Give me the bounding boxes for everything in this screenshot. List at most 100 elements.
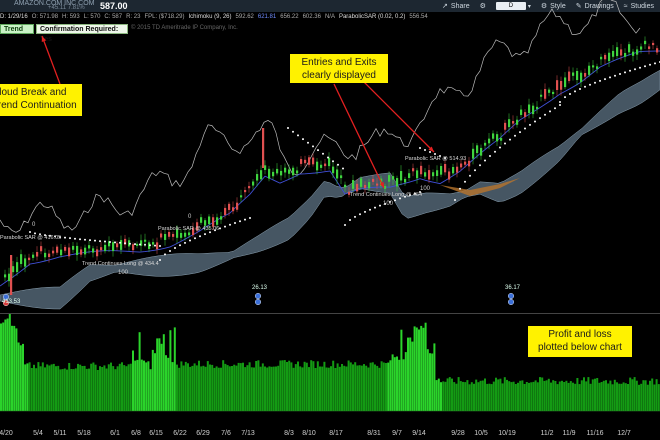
date-tick-label: 8/31 <box>367 430 381 437</box>
pl-bar <box>90 363 93 411</box>
pl-bar <box>4 319 7 411</box>
candle-body <box>452 167 455 174</box>
candle-body <box>372 178 375 182</box>
candle-body <box>364 184 367 188</box>
pl-bar <box>224 363 227 411</box>
sar-dot <box>332 160 334 163</box>
pl-bar <box>534 380 537 411</box>
pl-bar <box>70 369 73 411</box>
candle-body <box>540 94 543 97</box>
pl-bar <box>409 337 412 411</box>
candle-body <box>408 173 411 178</box>
sar-dot <box>639 66 641 69</box>
pl-bar <box>413 326 416 411</box>
sar-dot <box>529 123 531 126</box>
pl-bar <box>363 364 365 411</box>
candle-body <box>12 266 15 273</box>
pl-bar <box>61 369 64 411</box>
pl-bar <box>387 362 390 411</box>
sar-dot <box>89 239 91 242</box>
candle-body <box>644 40 647 45</box>
pl-bar <box>17 342 20 411</box>
sar-dot <box>374 206 376 209</box>
trade-marker[interactable] <box>254 299 261 306</box>
pl-bar <box>360 365 363 411</box>
candle-body <box>360 178 363 187</box>
sar-dot <box>164 253 166 256</box>
pl-bar <box>556 384 559 411</box>
candle-body <box>536 106 539 109</box>
date-tick-label: 8/17 <box>329 430 343 437</box>
candle-body <box>376 183 379 186</box>
pl-bar <box>310 360 313 411</box>
pl-bar <box>132 350 134 411</box>
sar-dot <box>629 69 631 72</box>
sar-dot <box>124 242 126 245</box>
pl-bar <box>349 362 352 411</box>
pl-bar <box>169 330 172 411</box>
pl-bar <box>48 365 51 411</box>
candle-body <box>424 172 427 177</box>
candle-body <box>620 49 623 56</box>
pl-bar <box>594 378 596 411</box>
pl-bar <box>176 364 178 411</box>
sar-dot <box>94 239 96 242</box>
pane-divider[interactable] <box>0 313 660 314</box>
candle-body <box>144 239 147 242</box>
pl-bar <box>272 366 275 411</box>
sar-dot <box>317 149 319 152</box>
pl-bar <box>332 360 335 411</box>
pl-bar <box>266 367 269 411</box>
pl-bar <box>411 341 414 411</box>
pl-bar <box>217 367 220 411</box>
candle-body <box>544 89 547 99</box>
pl-bar <box>215 366 218 411</box>
arrow-shaft <box>41 35 61 85</box>
pl-bar <box>343 365 346 411</box>
pl-bar <box>140 359 143 411</box>
pl-bar <box>545 380 548 411</box>
candle-body <box>332 166 335 174</box>
date-tick-label: 9/7 <box>392 430 402 437</box>
candle-body <box>328 157 331 167</box>
sar-dot <box>454 199 456 201</box>
trade-marker[interactable] <box>254 293 261 300</box>
pl-bar <box>589 383 592 411</box>
sar-dot <box>79 238 81 241</box>
candle-body <box>416 170 419 179</box>
date-tick-label: 8/10 <box>302 430 316 437</box>
pl-bar <box>435 380 438 411</box>
candle-body <box>344 184 347 188</box>
pl-bar <box>107 364 110 411</box>
sar-dot <box>599 79 601 82</box>
pl-bar <box>63 368 66 411</box>
date-tick-label: 9/14 <box>412 430 426 437</box>
candle-body <box>292 167 295 176</box>
pl-bar <box>123 365 126 411</box>
sar-dot <box>484 159 486 162</box>
pl-bar <box>426 349 429 411</box>
pl-bar <box>327 367 330 411</box>
trade-marker[interactable] <box>508 299 515 306</box>
candle-body <box>184 232 187 237</box>
candle-body <box>628 44 631 53</box>
candle-body <box>304 159 307 164</box>
sar-dot <box>104 240 106 243</box>
pl-bar <box>605 380 607 411</box>
sar-dot <box>109 241 111 243</box>
sar-dot <box>429 151 431 153</box>
pl-bar <box>574 383 577 411</box>
sar-dot <box>634 68 636 71</box>
pl-bar <box>30 368 33 411</box>
sar-dot <box>189 239 191 242</box>
pl-bar <box>385 363 387 411</box>
candle-body <box>68 247 71 257</box>
pl-bar <box>506 379 508 411</box>
trade-marker[interactable] <box>508 293 515 300</box>
sar-dot <box>199 235 201 238</box>
candle-body <box>472 148 475 159</box>
sar-dot <box>489 155 491 157</box>
pl-bar <box>563 382 566 411</box>
sar-dot <box>584 85 586 88</box>
date-tick-label: 6/15 <box>149 430 163 437</box>
